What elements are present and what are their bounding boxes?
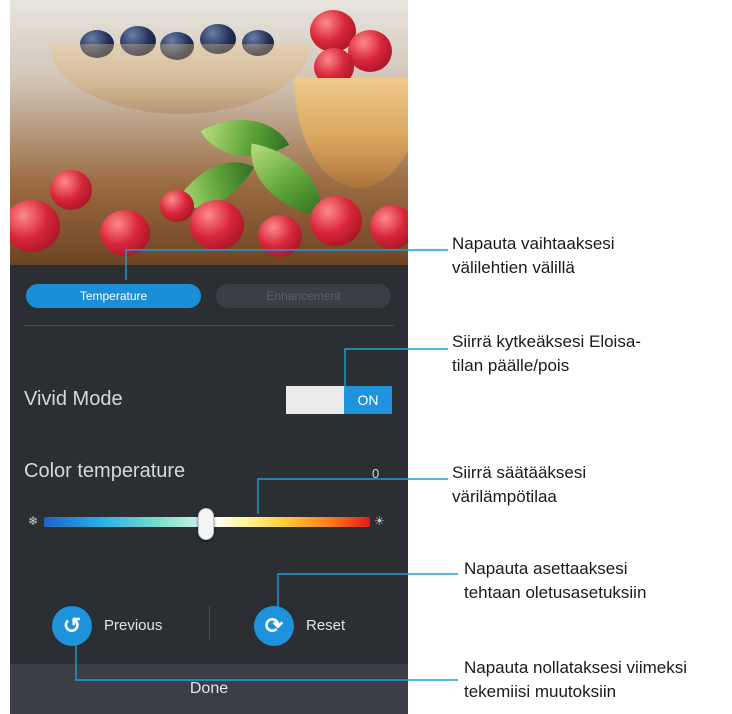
reset-button[interactable]: ⟳ Reset: [254, 606, 394, 646]
color-temperature-label: Color temperature: [24, 460, 186, 482]
annotation-tabs-line1: Napauta vaihtaaksesi: [452, 234, 615, 253]
refresh-icon: ⟳: [254, 606, 294, 646]
vivid-mode-toggle[interactable]: ON: [286, 386, 392, 414]
preview-photo: [10, 0, 408, 265]
done-label: Done: [189, 680, 229, 697]
button-separator: [209, 606, 210, 640]
annotation-slider-line1: Siirrä säätääksesi: [452, 463, 587, 482]
tab-bar: Temperature Enhancement: [10, 265, 408, 325]
annotation-reset-line1: Napauta asettaaksesi: [464, 559, 628, 578]
annotation-vivid-toggle: Siirrä kytkeäksesi Eloisa- tilan päälle/…: [452, 330, 641, 378]
undo-icon: ↺: [52, 606, 92, 646]
done-button[interactable]: Done: [10, 664, 408, 714]
divider: [24, 325, 394, 326]
tab-enhancement[interactable]: Enhancement: [216, 284, 391, 308]
toggle-off-segment: [286, 386, 344, 414]
annotation-previous-line1: Napauta nollataksesi viimeksi: [464, 658, 687, 677]
annotation-tabs: Napauta vaihtaaksesi välilehtien välillä: [452, 232, 615, 280]
annotation-slider-line2: värilämpötilaa: [452, 487, 557, 506]
annotation-previous-line2: tekemiisi muutoksiin: [464, 682, 617, 701]
previous-label: Previous: [104, 617, 163, 634]
vivid-mode-label: Vivid Mode: [24, 388, 123, 410]
slider-thumb[interactable]: [198, 508, 214, 540]
snowflake-icon: ❄: [28, 514, 39, 528]
annotation-previous: Napauta nollataksesi viimeksi tekemiisi …: [464, 656, 687, 704]
sun-icon: ☀: [374, 514, 385, 528]
toggle-on-segment: ON: [344, 386, 392, 414]
annotation-reset: Napauta asettaaksesi tehtaan oletusasetu…: [464, 557, 646, 605]
annotation-slider: Siirrä säätääksesi värilämpötilaa: [452, 461, 586, 509]
phone-screen: Temperature Enhancement Vivid Mode ON Co…: [10, 0, 408, 714]
annotation-tabs-line2: välilehtien välillä: [452, 258, 575, 277]
color-temperature-value: 0: [372, 466, 380, 481]
reset-label: Reset: [306, 617, 346, 634]
annotation-vivid-line2: tilan päälle/pois: [452, 356, 570, 375]
annotation-reset-line2: tehtaan oletusasetuksiin: [464, 583, 647, 602]
tab-temperature[interactable]: Temperature: [26, 284, 201, 308]
previous-button[interactable]: ↺ Previous: [52, 606, 212, 646]
annotation-vivid-line1: Siirrä kytkeäksesi Eloisa-: [452, 332, 641, 351]
